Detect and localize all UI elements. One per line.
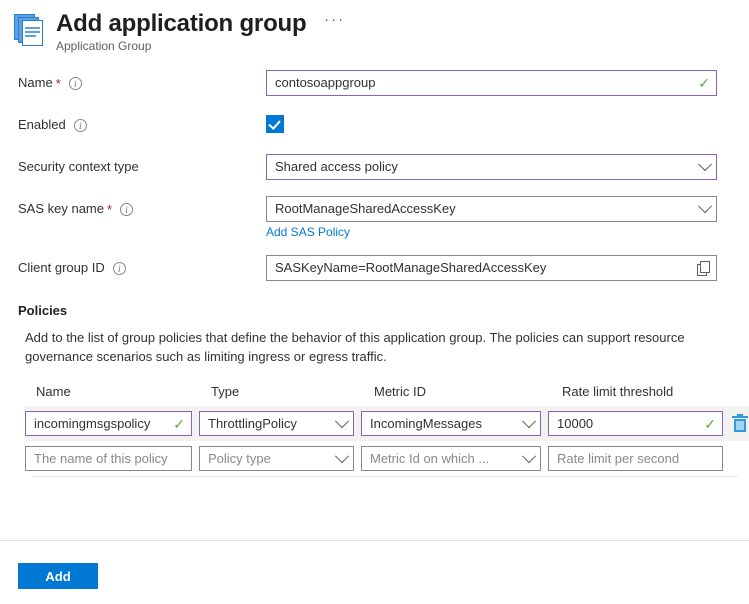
- policy-type-cell: Policy type: [199, 446, 361, 471]
- policies-table: Name Type Metric ID Rate limit threshold…: [18, 384, 749, 477]
- policy-type-cell: ThrottlingPolicy: [199, 411, 361, 436]
- field-row-name: Name * i contosoappgroup ✓: [0, 70, 749, 96]
- chevron-down-icon: [335, 414, 349, 428]
- policy-type-select[interactable]: Policy type: [199, 446, 354, 471]
- valid-check-icon: ✓: [704, 417, 716, 431]
- required-marker: *: [56, 77, 61, 90]
- policy-type-select[interactable]: ThrottlingPolicy: [199, 411, 354, 436]
- sas-key-name-select[interactable]: RootManageSharedAccessKey: [266, 196, 717, 222]
- chevron-down-icon: [335, 449, 349, 463]
- policy-name-cell: incomingmsgspolicy ✓: [25, 411, 199, 436]
- policy-name-input[interactable]: incomingmsgspolicy ✓: [25, 411, 192, 436]
- policy-name-input[interactable]: The name of this policy: [25, 446, 192, 471]
- policies-title: Policies: [18, 303, 749, 318]
- policy-metric-cell: IncomingMessages: [361, 411, 548, 436]
- label-client-group-id-text: Client group ID: [18, 255, 105, 281]
- table-bottom-divider: [32, 476, 738, 477]
- trash-icon[interactable]: [732, 415, 748, 433]
- chevron-down-icon: [522, 449, 536, 463]
- policies-section: Policies Add to the list of group polici…: [0, 303, 749, 477]
- more-options-icon[interactable]: ···: [324, 10, 345, 30]
- label-security-context-type-text: Security context type: [18, 154, 139, 180]
- chevron-down-icon: [698, 199, 712, 213]
- info-icon-client-group-id[interactable]: i: [113, 262, 126, 275]
- security-context-type-value: Shared access policy: [275, 155, 696, 179]
- label-security-context-type: Security context type: [18, 154, 266, 180]
- copy-icon[interactable]: [697, 261, 710, 275]
- info-icon-enabled[interactable]: i: [74, 119, 87, 132]
- policy-metric-id-value: IncomingMessages: [370, 412, 520, 436]
- application-group-form: Name * i contosoappgroup ✓ Enabled i Sec…: [0, 52, 749, 281]
- column-header-metric-id: Metric ID: [366, 384, 554, 399]
- policy-type-value: ThrottlingPolicy: [208, 412, 333, 436]
- add-button[interactable]: Add: [18, 563, 98, 589]
- field-row-security-context-type: Security context type Shared access poli…: [0, 154, 749, 180]
- policy-rate-limit-value: 10000: [557, 412, 700, 436]
- policy-rate-limit-input[interactable]: Rate limit per second: [548, 446, 723, 471]
- policies-description: Add to the list of group policies that d…: [18, 328, 705, 366]
- label-sas-key-name: SAS key name * i: [18, 196, 266, 222]
- policy-rate-cell: Rate limit per second: [548, 446, 730, 471]
- info-icon-name[interactable]: i: [69, 77, 82, 90]
- add-sas-policy-link[interactable]: Add SAS Policy: [266, 225, 350, 239]
- stacked-documents-icon: [14, 14, 48, 50]
- column-header-rate-limit: Rate limit threshold: [554, 384, 737, 399]
- table-row[interactable]: incomingmsgspolicy ✓ ThrottlingPolicy In…: [25, 406, 749, 441]
- policy-type-placeholder: Policy type: [208, 447, 333, 471]
- field-row-sas-key-name: SAS key name * i RootManageSharedAccessK…: [0, 196, 749, 239]
- policy-name-cell: The name of this policy: [25, 446, 199, 471]
- policy-name-placeholder: The name of this policy: [34, 447, 185, 471]
- page-subtitle: Application Group: [56, 39, 345, 54]
- label-name-text: Name: [18, 70, 53, 96]
- column-header-name: Name: [25, 384, 203, 399]
- policy-rate-cell: 10000 ✓: [548, 411, 730, 436]
- field-row-client-group-id: Client group ID i SASKeyName=RootManageS…: [0, 255, 749, 281]
- policy-metric-cell: Metric Id on which ...: [361, 446, 548, 471]
- enabled-checkbox[interactable]: [266, 115, 284, 133]
- table-row[interactable]: The name of this policy Policy type Metr…: [25, 441, 749, 476]
- field-row-enabled: Enabled i: [0, 112, 749, 138]
- page-title: Add application group: [56, 10, 306, 38]
- policy-metric-id-select[interactable]: IncomingMessages: [361, 411, 541, 436]
- label-enabled: Enabled i: [18, 112, 266, 138]
- sas-key-name-value: RootManageSharedAccessKey: [275, 197, 696, 221]
- policies-table-header: Name Type Metric ID Rate limit threshold: [25, 384, 749, 399]
- name-input[interactable]: contosoappgroup ✓: [266, 70, 717, 96]
- policy-name-value: incomingmsgspolicy: [34, 412, 169, 436]
- info-icon-sas-key-name[interactable]: i: [120, 203, 133, 216]
- policy-rate-limit-input[interactable]: 10000 ✓: [548, 411, 723, 436]
- security-context-type-select[interactable]: Shared access policy: [266, 154, 717, 180]
- footer-divider: [0, 540, 749, 541]
- valid-check-icon: ✓: [173, 417, 185, 431]
- page-header: Add application group ··· Application Gr…: [0, 0, 749, 52]
- policy-rate-limit-placeholder: Rate limit per second: [557, 447, 716, 471]
- label-name: Name * i: [18, 70, 266, 96]
- policy-metric-id-select[interactable]: Metric Id on which ...: [361, 446, 541, 471]
- chevron-down-icon: [698, 157, 712, 171]
- valid-check-icon: ✓: [698, 76, 710, 90]
- name-input-value: contosoappgroup: [275, 71, 694, 95]
- column-header-type: Type: [203, 384, 366, 399]
- label-client-group-id: Client group ID i: [18, 255, 266, 281]
- policy-metric-id-placeholder: Metric Id on which ...: [370, 447, 520, 471]
- chevron-down-icon: [522, 414, 536, 428]
- client-group-id-input[interactable]: SASKeyName=RootManageSharedAccessKey: [266, 255, 717, 281]
- label-sas-key-name-text: SAS key name: [18, 196, 104, 222]
- required-marker: *: [107, 203, 112, 216]
- client-group-id-value: SASKeyName=RootManageSharedAccessKey: [275, 256, 693, 280]
- label-enabled-text: Enabled: [18, 112, 66, 138]
